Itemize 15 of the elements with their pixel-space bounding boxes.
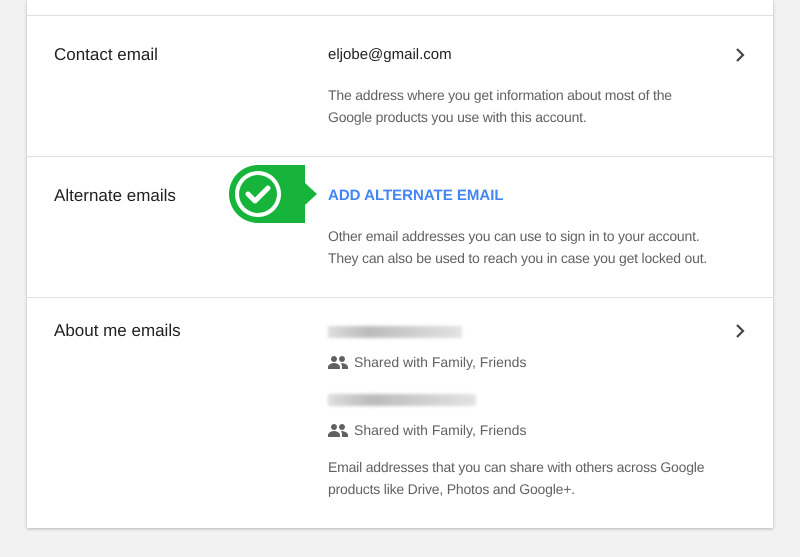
chevron-icon[interactable] — [733, 48, 747, 62]
section-label: About me emails — [54, 320, 181, 342]
section-description: Other email addresses you can use to sign in to your account. They can also be used to reach you in case you get locked out. — [328, 227, 708, 268]
add-email-link[interactable]: ADD ALTERNATE EMAIL — [328, 185, 504, 207]
email-value: eljobe@gmail.com — [328, 45, 453, 65]
people-icon — [328, 423, 348, 437]
sharing-label: Shared with Family, Friends — [354, 422, 526, 438]
section-label: Alternate emails — [54, 185, 176, 207]
section-description: The address where you get information about most of the Google products you use with this account. — [328, 86, 673, 127]
check-badge-icon — [227, 163, 319, 225]
people-icon — [328, 355, 348, 369]
chevron-icon[interactable] — [733, 324, 747, 338]
section-description: Email addresses that you can share with others across Google products like Drive, Photos and Google+. — [328, 458, 706, 499]
sharing-label: Shared with Family, Friends — [354, 354, 526, 370]
section-label: Contact email — [54, 44, 158, 66]
